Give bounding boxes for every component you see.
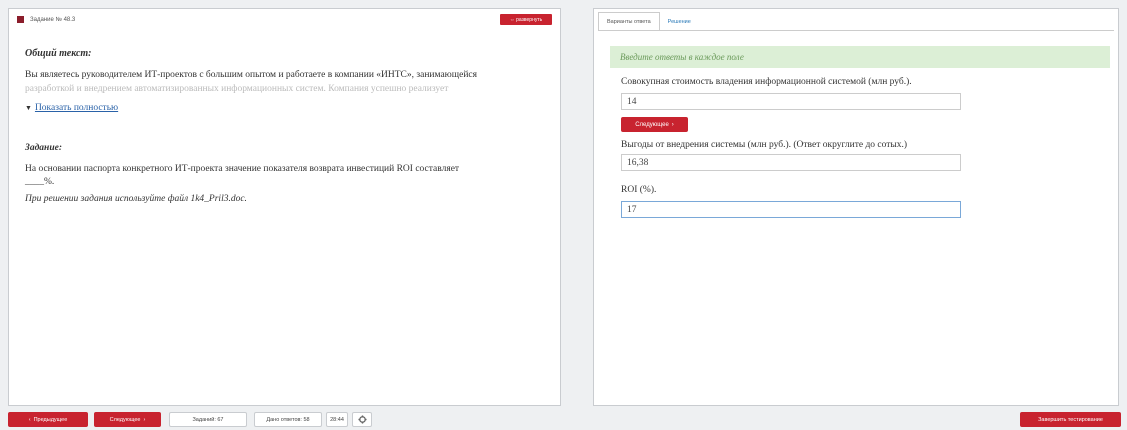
task-number: Задание № 48.3 — [30, 16, 76, 23]
common-text: Вы являетесь руководителем ИТ-проектов с… — [25, 68, 550, 96]
next-button[interactable]: Следующее › — [94, 412, 161, 427]
answer-input-tco[interactable]: 14 — [621, 93, 961, 110]
question-label-roi: ROI (%). — [621, 185, 657, 195]
answer-input-roi[interactable]: 17 — [621, 201, 961, 218]
next-answer-button[interactable]: Следующее › — [621, 117, 688, 132]
show-more-label[interactable]: Показать полностью — [35, 103, 118, 113]
common-text-label: Общий текст: — [25, 48, 92, 59]
common-text-line: Вы являетесь руководителем ИТ-проектов с… — [25, 70, 477, 80]
task-marker-icon — [17, 16, 24, 23]
common-text-faded-line: разработкой и внедрением автоматизирован… — [25, 84, 449, 94]
expand-button[interactable]: ⇔ развернуть — [500, 14, 552, 25]
tabs-divider — [598, 30, 1114, 31]
timer: 28:44 — [326, 412, 348, 427]
task-panel: Задание № 48.3 ⇔ развернуть Общий текст:… — [8, 8, 561, 406]
bottom-bar: ‹ Предыдущее Следующее › Заданий: 67 Дан… — [8, 412, 372, 427]
next-answer-label: Следующее — [635, 121, 669, 128]
hint-bar: Введите ответы в каждое поле — [610, 46, 1110, 68]
answers-count: Дано ответов: 58 — [254, 412, 322, 427]
tab-answer-options[interactable]: Варианты ответа — [598, 12, 660, 31]
gear-icon — [357, 415, 367, 424]
finish-test-button[interactable]: Завершить тестирование — [1020, 412, 1121, 427]
answer-input-benefits[interactable]: 16,38 — [621, 154, 961, 171]
task-hint: При решении задания используйте файл 1k4… — [25, 194, 247, 204]
chevron-down-icon: ▼ — [25, 104, 32, 112]
chevron-right-icon: › — [671, 121, 674, 128]
question-label-benefits: Выгоды от внедрения системы (млн руб.). … — [621, 140, 908, 150]
task-label: Задание: — [25, 143, 62, 153]
settings-button[interactable] — [352, 412, 372, 427]
next-label: Следующее — [109, 416, 141, 423]
question-label-tco: Совокупная стоимость владения информацио… — [621, 77, 912, 87]
previous-label: Предыдущее — [33, 416, 68, 423]
chevron-right-icon: › — [143, 416, 146, 423]
tab-solution[interactable]: Решение — [660, 12, 699, 31]
tasks-count: Заданий: 67 — [169, 412, 247, 427]
task-header: Задание № 48.3 — [17, 16, 75, 23]
show-more-link[interactable]: ▼ Показать полностью — [25, 103, 118, 113]
answer-tabs: Варианты ответа Решение — [598, 12, 699, 31]
answer-panel: Варианты ответа Решение Введите ответы в… — [593, 8, 1119, 406]
task-text: На основании паспорта конкретного ИТ-про… — [25, 164, 460, 174]
task-blank: ____%. — [25, 177, 55, 187]
previous-button[interactable]: ‹ Предыдущее — [8, 412, 88, 427]
chevron-left-icon: ‹ — [28, 416, 31, 423]
